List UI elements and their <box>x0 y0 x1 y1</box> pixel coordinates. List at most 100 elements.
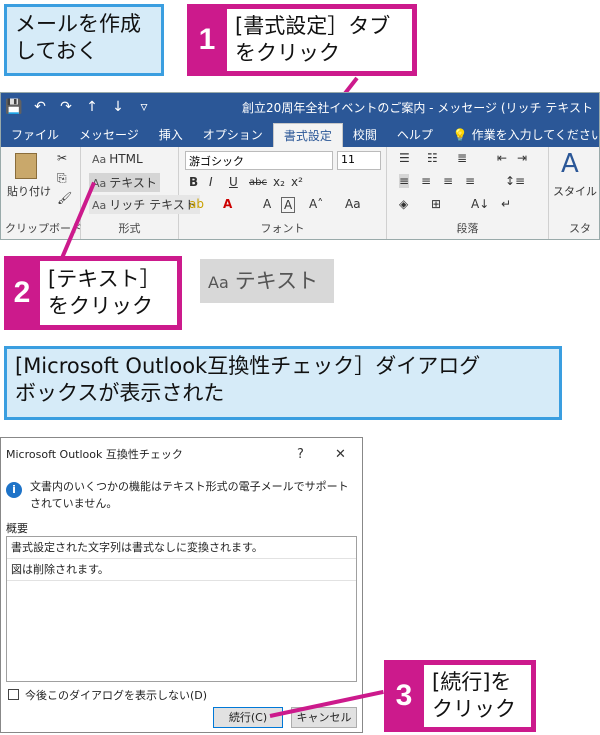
font-color-icon[interactable]: A <box>223 197 232 211</box>
align-center-icon[interactable]: ≡ <box>421 174 431 188</box>
summary-list[interactable]: 書式設定された文字列は書式なしに変換されます。 図は削除されます。 <box>6 536 357 682</box>
multilevel-list-icon[interactable]: ≣ <box>457 151 467 165</box>
customize-qat-icon[interactable]: ▿ <box>131 99 157 115</box>
change-case-icon[interactable]: Aa <box>345 197 361 211</box>
group-label: 段落 <box>456 222 479 235</box>
underline-icon[interactable]: U <box>229 175 238 189</box>
group-style: A スタイル スタ <box>549 147 599 239</box>
callout-line: ボックスが表示された <box>15 381 225 405</box>
window-title: 創立20周年全社イベントのご案内 - メッセージ (リッチ テキスト <box>242 100 593 115</box>
subscript-icon[interactable]: x₂ <box>273 175 285 189</box>
help-button[interactable]: ? <box>297 447 304 462</box>
bold-icon[interactable]: B <box>189 175 198 189</box>
summary-label: 概要 <box>6 522 28 535</box>
tab-insert[interactable]: 挿入 <box>149 123 193 147</box>
decrease-indent-icon[interactable]: ⇤ <box>497 151 507 165</box>
font-size-select[interactable]: 11 <box>337 151 381 170</box>
align-right-icon[interactable]: ≡ <box>443 174 453 188</box>
group-label: フォント <box>260 222 305 235</box>
step-2-callout: 2 [テキスト］ をクリック <box>4 256 182 330</box>
clear-format-icon[interactable]: A˄ <box>309 197 323 211</box>
grow-font-icon[interactable]: A <box>263 197 271 211</box>
borders-icon[interactable]: ⊞ <box>431 197 441 211</box>
shrink-font-icon[interactable]: A <box>281 197 296 213</box>
callout-create-mail: メールを作成 しておく <box>4 4 164 76</box>
tab-message[interactable]: メッセージ <box>69 123 149 147</box>
format-label: テキスト <box>109 176 157 190</box>
save-icon[interactable]: 💾 <box>1 99 27 115</box>
callout-dialog-shown: [Microsoft Outlook互換性チェック］ダイアログ ボックスが表示さ… <box>4 346 562 420</box>
tab-file[interactable]: ファイル <box>1 123 69 147</box>
highlight-icon[interactable]: ab <box>189 197 204 211</box>
group-clipboard: 貼り付け ✂ ⎘ 🖌 クリップボード <box>1 147 82 239</box>
redo-icon[interactable]: ↷ <box>53 99 79 115</box>
step-line: [続行]を <box>432 670 512 694</box>
strikethrough-icon[interactable]: abc <box>249 177 267 188</box>
step-text: [書式設定］タブ をクリック <box>227 9 412 71</box>
bullets-icon[interactable]: ☰ <box>399 151 410 165</box>
justify-icon[interactable]: ≡ <box>465 174 475 188</box>
close-button[interactable]: ✕ <box>335 447 346 462</box>
step-line: をクリック <box>48 294 153 318</box>
group-format: Aa HTML Aa テキスト Aa リッチ テキスト 形式 <box>81 147 200 239</box>
tab-review[interactable]: 校閲 <box>343 123 387 147</box>
tab-help[interactable]: ヘルプ <box>387 123 443 147</box>
callout-line: メールを作成 <box>15 12 141 36</box>
paste-label[interactable]: 貼り付け <box>7 183 51 199</box>
outlook-ribbon: 💾 ↶ ↷ ↑ ↓ ▿ 創立20周年全社イベントのご案内 - メッセージ (リッ… <box>0 92 600 240</box>
step-line: [テキスト］ <box>48 267 161 291</box>
ribbon-tabs: ファイル メッセージ 挿入 オプション 書式設定 校閲 ヘルプ 💡 作業を入力し… <box>1 121 599 147</box>
aa-icon: Aa <box>92 153 107 166</box>
styles-label[interactable]: スタイル <box>553 183 597 199</box>
step-line: をクリック <box>235 41 340 65</box>
format-label: HTML <box>109 152 143 166</box>
step-1-callout: 1 [書式設定］タブ をクリック <box>187 4 417 76</box>
format-html[interactable]: Aa HTML <box>89 151 146 167</box>
tab-options[interactable]: オプション <box>193 123 273 147</box>
cut-icon[interactable]: ✂ <box>57 151 67 165</box>
info-icon: i <box>6 482 22 498</box>
message-text: 文書内のいくつかの機能はテキスト形式の電子メールでサポートされていません。 <box>30 480 349 510</box>
align-left-icon[interactable]: ≡ <box>399 174 410 188</box>
zoom-label-text: テキスト <box>234 269 319 293</box>
font-name-select[interactable]: 游ゴシック <box>185 151 333 170</box>
group-label: 形式 <box>118 222 141 235</box>
format-painter-icon[interactable]: 🖌 <box>57 191 72 205</box>
step-3-callout: 3 [続行]を クリック <box>384 660 536 732</box>
step-number: 2 <box>13 276 31 309</box>
title-bar: 💾 ↶ ↷ ↑ ↓ ▿ 創立20周年全社イベントのご案内 - メッセージ (リッ… <box>1 93 599 121</box>
dont-show-checkbox[interactable] <box>8 689 19 700</box>
undo-icon[interactable]: ↶ <box>27 99 53 115</box>
up-arrow-icon[interactable]: ↑ <box>79 99 105 115</box>
format-plain-text[interactable]: Aa テキスト <box>89 173 160 192</box>
italic-icon[interactable]: I <box>209 175 213 189</box>
callout-line: しておく <box>15 39 98 63</box>
down-arrow-icon[interactable]: ↓ <box>105 99 131 115</box>
aa-icon: Aa <box>208 273 229 292</box>
line-spacing-icon[interactable]: ↕≡ <box>505 174 525 188</box>
checkbox-label[interactable]: 今後このダイアログを表示しない(D) <box>25 687 207 703</box>
group-font: 游ゴシック 11 B I U abc x₂ x² ab A A A A˄ Aa … <box>179 147 387 239</box>
step-text: [テキスト］ をクリック <box>40 261 177 325</box>
compatibility-dialog: Microsoft Outlook 互換性チェック ? ✕ i 文書内のいくつか… <box>0 437 363 733</box>
increase-indent-icon[interactable]: ⇥ <box>517 151 527 165</box>
tab-format-text[interactable]: 書式設定 <box>272 123 343 147</box>
paste-icon[interactable] <box>15 153 37 179</box>
group-label: スタ <box>569 222 591 235</box>
info-message: i 文書内のいくつかの機能はテキスト形式の電子メールでサポートされていません。 <box>6 478 356 512</box>
tell-me-box[interactable]: 💡 作業を入力してください <box>443 123 599 147</box>
list-item[interactable]: 書式設定された文字列は書式なしに変換されます。 <box>7 537 356 559</box>
show-marks-icon[interactable]: ↵ <box>501 197 511 211</box>
shading-icon[interactable]: ◈ <box>399 197 408 211</box>
list-item[interactable]: 図は削除されます。 <box>7 559 356 581</box>
numbering-icon[interactable]: ☷ <box>427 151 438 165</box>
copy-icon[interactable]: ⎘ <box>57 171 67 186</box>
zoomed-text-format: Aa テキスト <box>200 259 334 303</box>
sort-icon[interactable]: A↓ <box>471 197 489 211</box>
superscript-icon[interactable]: x² <box>291 175 303 189</box>
step-line: [書式設定］タブ <box>235 14 391 38</box>
styles-icon[interactable]: A <box>561 149 579 179</box>
step-number: 1 <box>198 23 216 56</box>
group-paragraph: ☰ ☷ ≣ ⇤ ⇥ ≡ ≡ ≡ ≡ ↕≡ ◈ ⊞ A↓ ↵ 段落 <box>387 147 549 239</box>
aa-icon: Aa <box>92 199 107 212</box>
